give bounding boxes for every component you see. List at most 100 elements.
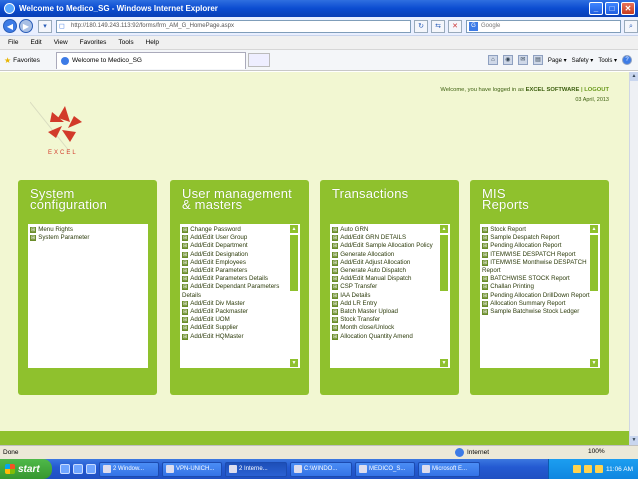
quicklaunch-firefox-icon[interactable] — [73, 464, 83, 474]
menu-link[interactable]: Change Password — [182, 226, 300, 234]
menu-link[interactable]: Pending Allocation Report — [482, 242, 600, 250]
menu-link[interactable]: Add/Edit HQMaster — [182, 333, 300, 341]
menu-link[interactable]: Add/Edit Employees — [182, 259, 300, 267]
menu-link[interactable]: Generate Allocation — [332, 251, 450, 259]
scroll-down-arrow-icon[interactable]: ▼ — [630, 436, 638, 445]
zoom-control[interactable]: 100% — [588, 448, 605, 455]
menu-link[interactable]: Add/Edit Adjust Allocation — [332, 259, 450, 267]
menu-link[interactable]: Pending Allocation DrillDown Report — [482, 292, 600, 300]
page-scrollbar[interactable]: ▲ ▼ — [629, 72, 638, 445]
menu-link[interactable]: Allocation Quantity Amend — [332, 333, 450, 341]
menu-link[interactable]: Generate Auto Dispatch — [332, 267, 450, 275]
address-input[interactable]: http://180.149.243.113:92/forms/frm_AM_G… — [56, 19, 411, 33]
scroll-thumb[interactable] — [290, 235, 298, 291]
menu-link[interactable]: Allocation Summary Report — [482, 300, 600, 308]
scroll-thumb[interactable] — [440, 235, 448, 291]
taskbar-window-button[interactable]: C:\WINDO... — [290, 461, 352, 477]
tools-menu[interactable]: Tools ▾ — [598, 57, 617, 64]
mail-icon[interactable]: ✉ — [517, 55, 528, 65]
tray-icon[interactable] — [584, 465, 593, 473]
scroll-up-arrow-icon[interactable]: ▲ — [630, 72, 638, 81]
favorites-button[interactable]: ★ Favorites — [0, 56, 52, 65]
menu-link[interactable]: BATCHWISE STOCK Report — [482, 275, 600, 283]
logout-link[interactable]: LOGOUT — [584, 87, 609, 93]
search-icon[interactable]: ⌕ — [624, 19, 638, 33]
tray-icon[interactable] — [595, 465, 604, 473]
quicklaunch-chrome-icon[interactable] — [86, 464, 96, 474]
menu-link[interactable]: Challan Printing — [482, 283, 600, 291]
menu-link[interactable]: Add/Edit User Group — [182, 234, 300, 242]
menu-link[interactable]: CSP Transfer — [332, 283, 450, 291]
search-input[interactable]: Google — [466, 19, 621, 33]
page-menu[interactable]: Page ▾ — [548, 57, 567, 64]
new-tab-button[interactable] — [248, 53, 270, 67]
home-icon[interactable]: ⌂ — [487, 55, 498, 65]
panel-scrollbar[interactable]: ▲ ▼ — [290, 225, 298, 367]
menu-link[interactable]: Add/Edit Department — [182, 242, 300, 250]
menu-link[interactable]: Add/Edit Sample Allocation Policy — [332, 242, 450, 250]
feeds-icon[interactable]: ◉ — [502, 55, 513, 65]
menu-link[interactable]: Add/Edit GRN DETAILS — [332, 234, 450, 242]
menu-link[interactable]: Add/Edit Manual Dispatch — [332, 275, 450, 283]
close-button[interactable]: ✕ — [621, 2, 635, 15]
quicklaunch-ie-icon[interactable] — [60, 464, 70, 474]
print-icon[interactable]: ▤ — [532, 55, 543, 65]
scroll-up-arrow-icon[interactable]: ▲ — [290, 225, 298, 233]
menu-link[interactable]: ITEMWISE DESPATCH Report — [482, 251, 600, 259]
menu-link[interactable]: Add LR Entry — [332, 300, 450, 308]
menu-view[interactable]: View — [54, 39, 68, 46]
dropdown-icon[interactable]: ▾ — [38, 19, 52, 33]
refresh-icon[interactable]: ↻ — [414, 19, 428, 33]
scroll-down-arrow-icon[interactable]: ▼ — [440, 359, 448, 367]
stop-icon[interactable]: ✕ — [448, 19, 462, 33]
taskbar-window-button[interactable]: Microsoft E... — [418, 461, 480, 477]
taskbar-window-button[interactable]: 2 Interne... — [225, 461, 287, 477]
logo-text: EXCEL — [48, 150, 78, 156]
minimize-button[interactable]: _ — [589, 2, 603, 15]
start-button[interactable]: start — [0, 459, 52, 479]
menu-link[interactable]: Add/Edit Parameters Details — [182, 275, 300, 283]
menu-file[interactable]: File — [8, 39, 18, 46]
menu-link[interactable]: Add/Edit UOM — [182, 316, 300, 324]
menu-edit[interactable]: Edit — [30, 39, 41, 46]
menu-link[interactable]: Add/Edit Dependant Parameters Details — [182, 283, 300, 299]
menu-link[interactable]: System Parameter — [30, 234, 148, 242]
menu-tools[interactable]: Tools — [118, 39, 133, 46]
browser-tab[interactable]: Welcome to Medico_SG — [56, 51, 246, 69]
scroll-down-arrow-icon[interactable]: ▼ — [290, 359, 298, 367]
panel-scrollbar[interactable]: ▲ ▼ — [590, 225, 598, 367]
menu-link[interactable]: Stock Report — [482, 226, 600, 234]
menu-link[interactable]: Add/Edit Supplier — [182, 324, 300, 332]
menu-link[interactable]: Add/Edit Div Master — [182, 300, 300, 308]
maximize-button[interactable]: □ — [605, 2, 619, 15]
menu-link[interactable]: Stock Transfer — [332, 316, 450, 324]
forward-button[interactable]: ▶ — [19, 19, 33, 33]
menu-link[interactable]: Add/Edit Designation — [182, 251, 300, 259]
menu-help[interactable]: Help — [146, 39, 159, 46]
scroll-thumb[interactable] — [590, 235, 598, 291]
safety-menu[interactable]: Safety ▾ — [572, 57, 594, 64]
windows-logo-icon — [5, 464, 15, 474]
menu-link[interactable]: Month close/Unlock — [332, 324, 450, 332]
menu-link[interactable]: IAA Details — [332, 292, 450, 300]
help-icon[interactable]: ? — [622, 55, 632, 65]
menu-link[interactable]: Sample Despatch Report — [482, 234, 600, 242]
menu-link[interactable]: Menu Rights — [30, 226, 148, 234]
scroll-down-arrow-icon[interactable]: ▼ — [590, 359, 598, 367]
menu-link[interactable]: Batch Master Upload — [332, 308, 450, 316]
menu-link[interactable]: Sample Batchwise Stock Ledger — [482, 308, 600, 316]
back-button[interactable]: ◀ — [3, 19, 17, 33]
scroll-up-arrow-icon[interactable]: ▲ — [590, 225, 598, 233]
taskbar-window-button[interactable]: 2 Window... — [99, 461, 159, 477]
taskbar-window-button[interactable]: MEDICO_S... — [355, 461, 415, 477]
scroll-up-arrow-icon[interactable]: ▲ — [440, 225, 448, 233]
menu-link[interactable]: Add/Edit Parameters — [182, 267, 300, 275]
menu-link[interactable]: ITEMWISE Monthwise DESPATCH Report — [482, 259, 600, 275]
compat-icon[interactable]: ⇆ — [431, 19, 445, 33]
menu-link[interactable]: Auto GRN — [332, 226, 450, 234]
menu-favorites[interactable]: Favorites — [80, 39, 107, 46]
taskbar-window-button[interactable]: VPN-UNICH... — [162, 461, 222, 477]
tray-icon[interactable] — [573, 465, 582, 473]
menu-link[interactable]: Add/Edit Packmaster — [182, 308, 300, 316]
panel-scrollbar[interactable]: ▲ ▼ — [440, 225, 448, 367]
